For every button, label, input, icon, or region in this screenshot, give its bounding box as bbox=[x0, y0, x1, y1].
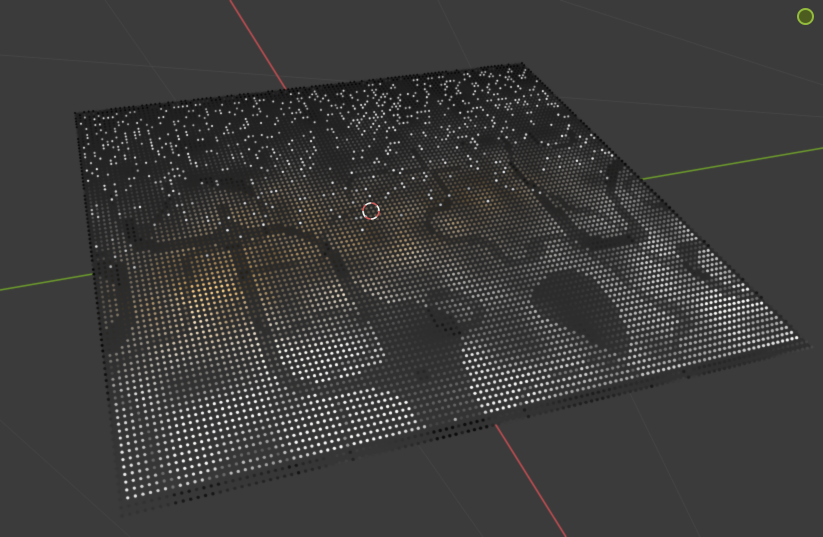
viewport-canvas[interactable] bbox=[0, 0, 823, 537]
nav-gizmo-y-axis-ball[interactable] bbox=[796, 7, 814, 25]
3d-viewport[interactable] bbox=[0, 0, 823, 537]
